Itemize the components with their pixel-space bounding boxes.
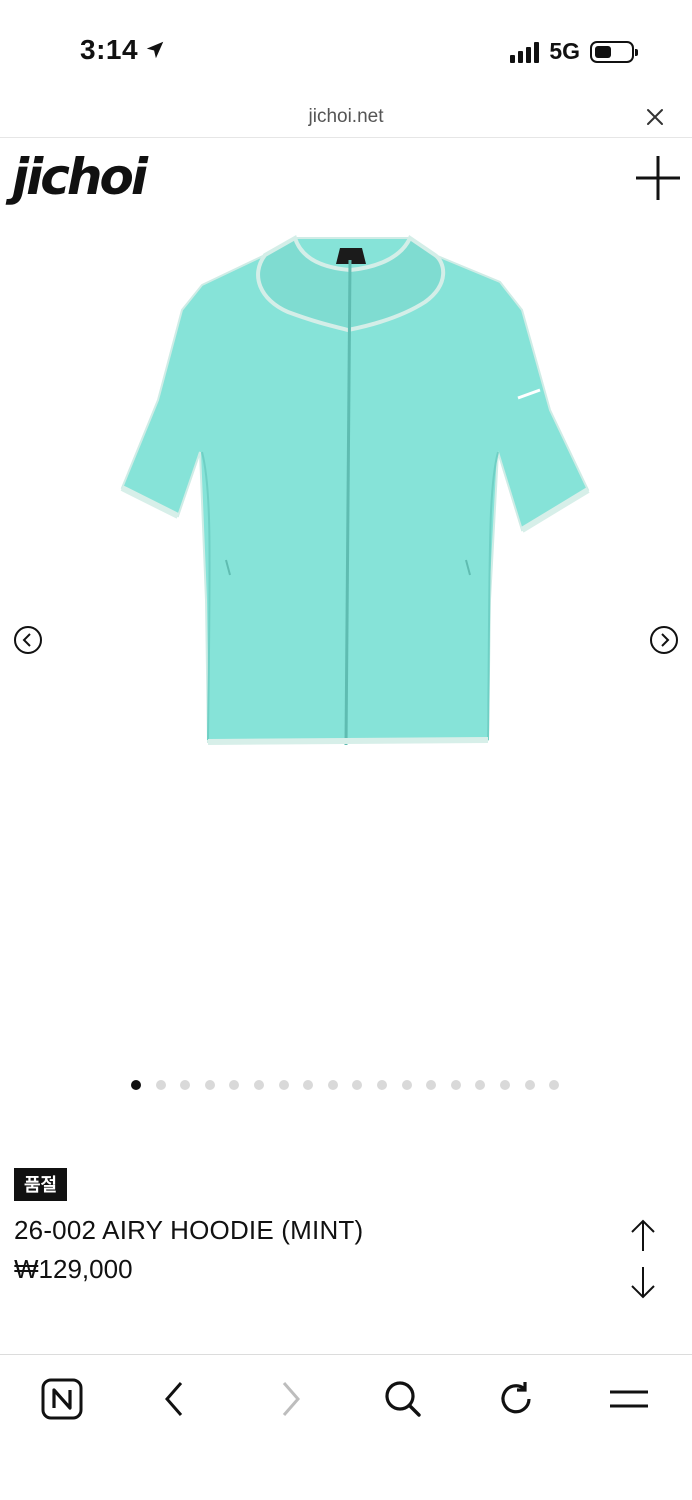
time-text: 3:14 <box>80 34 139 65</box>
pagination-dot[interactable] <box>426 1080 437 1090</box>
site-header: jichoi <box>0 140 692 220</box>
sold-out-badge: 품절 <box>14 1168 68 1201</box>
menu-icon[interactable] <box>607 1377 651 1421</box>
pagination-dot[interactable] <box>327 1080 338 1090</box>
site-logo[interactable]: jichoi <box>12 148 148 206</box>
status-indicators: 5G <box>510 38 638 65</box>
pagination-dot[interactable] <box>155 1080 166 1090</box>
pagination-dot[interactable] <box>131 1080 141 1090</box>
pagination-dot[interactable] <box>278 1080 289 1090</box>
location-arrow-icon <box>146 41 164 59</box>
back-icon[interactable] <box>153 1377 197 1421</box>
pagination-dot[interactable] <box>524 1080 535 1090</box>
chevron-left-circle-icon[interactable] <box>13 625 43 655</box>
pagination-dot[interactable] <box>253 1080 264 1090</box>
address-bar[interactable]: jichoi.net <box>0 100 692 138</box>
status-time: 3:14 <box>80 34 166 66</box>
reload-icon[interactable] <box>494 1377 538 1421</box>
pagination-dot[interactable] <box>229 1080 240 1090</box>
gallery-pagination <box>0 1080 692 1090</box>
search-icon[interactable] <box>381 1377 425 1421</box>
browser-toolbar <box>0 1354 692 1500</box>
network-label: 5G <box>549 38 580 64</box>
pagination-dot[interactable] <box>180 1080 191 1090</box>
product-info: 품절 26-002 AIRY HOODIE (MINT) ₩129,000 <box>14 1168 614 1285</box>
product-price: ₩129,000 <box>14 1254 133 1284</box>
chevron-right-circle-icon[interactable] <box>649 625 679 655</box>
battery-icon <box>590 40 638 63</box>
close-icon[interactable] <box>646 108 664 126</box>
pagination-dot[interactable] <box>475 1080 486 1090</box>
pagination-dot[interactable] <box>499 1080 510 1090</box>
pagination-dot[interactable] <box>303 1080 314 1090</box>
forward-icon[interactable] <box>268 1377 312 1421</box>
pagination-dot[interactable] <box>549 1080 560 1090</box>
status-bar: 3:14 5G <box>0 0 692 100</box>
pagination-dot[interactable] <box>204 1080 215 1090</box>
pagination-dot[interactable] <box>352 1080 363 1090</box>
product-gallery[interactable] <box>0 220 692 1060</box>
product-image <box>120 235 590 746</box>
arrow-down-icon[interactable] <box>628 1264 658 1300</box>
product-name: 26-002 AIRY HOODIE (MINT) <box>14 1215 364 1245</box>
plus-icon[interactable] <box>634 154 682 202</box>
address-domain[interactable]: jichoi.net <box>0 106 692 128</box>
signal-bars-icon <box>510 41 540 63</box>
pagination-dot[interactable] <box>401 1080 412 1090</box>
pagination-dot[interactable] <box>450 1080 461 1090</box>
pagination-dot[interactable] <box>376 1080 387 1090</box>
arrow-up-icon[interactable] <box>628 1218 658 1254</box>
naver-n-icon[interactable] <box>40 1377 84 1421</box>
